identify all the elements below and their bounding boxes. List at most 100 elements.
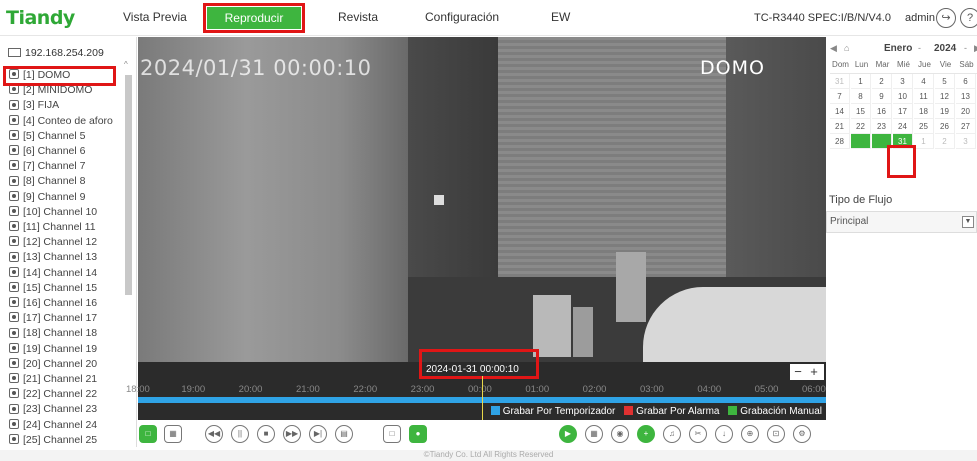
calendar-day[interactable]: 5 [935, 74, 955, 89]
stop-icon[interactable]: ■ [257, 425, 275, 443]
stream-type-select[interactable]: Principal ▼ [826, 211, 977, 233]
film-icon[interactable]: ▦ [585, 425, 603, 443]
calendar-day[interactable]: 3 [956, 134, 976, 149]
channel-item[interactable]: [9] Channel 9 [9, 191, 85, 205]
calendar-day[interactable]: 23 [872, 119, 892, 134]
nav-ew[interactable]: EW [551, 10, 570, 24]
calendar-year[interactable]: 2024 [934, 43, 956, 54]
download-icon[interactable]: ↓ [715, 425, 733, 443]
calendar-day[interactable]: 13 [956, 89, 976, 104]
help-icon[interactable]: ? [960, 8, 977, 28]
chevron-down-icon[interactable]: ▼ [962, 216, 974, 228]
calendar-day[interactable]: 25 [914, 119, 934, 134]
fast-forward-icon[interactable]: ▶▶ [283, 425, 301, 443]
nav-reproducir-label[interactable]: Reproducir [207, 7, 301, 29]
calendar-day[interactable]: 12 [935, 89, 955, 104]
calendar-day[interactable]: 2 [935, 134, 955, 149]
calendar-day[interactable]: 17 [893, 104, 913, 119]
calendar-day[interactable]: 18 [914, 104, 934, 119]
calendar-day[interactable]: 19 [935, 104, 955, 119]
device-node[interactable]: 192.168.254.209 [8, 47, 104, 59]
nav-vista-previa[interactable]: Vista Previa [123, 10, 187, 24]
camera-icon[interactable]: ◉ [611, 425, 629, 443]
pause-icon[interactable]: || [231, 425, 249, 443]
channel-item[interactable]: [10] Channel 10 [9, 206, 97, 220]
channel-scrollbar[interactable]: ^ v [123, 57, 133, 437]
nav-reproducir[interactable]: Reproducir [203, 3, 305, 33]
channel-item[interactable]: [2] MINIDOMO [9, 84, 92, 98]
zoom-out-button[interactable]: − [790, 364, 806, 379]
calendar-day[interactable]: 20 [956, 104, 976, 119]
calendar-day[interactable]: 8 [851, 89, 871, 104]
channel-item[interactable]: [5] Channel 5 [9, 130, 85, 144]
channel-item[interactable]: [20] Channel 20 [9, 358, 97, 372]
magnify-icon[interactable]: ⊕ [741, 425, 759, 443]
channel-item[interactable]: [22] Channel 22 [9, 388, 97, 402]
home-icon[interactable]: ⌂ [844, 43, 849, 53]
calendar-day[interactable]: 26 [935, 119, 955, 134]
prev-year-icon[interactable]: ◀ [830, 43, 837, 54]
channel-item[interactable]: [16] Channel 16 [9, 297, 97, 311]
timeline-zoom[interactable]: − + [790, 364, 824, 380]
rewind-icon[interactable]: ◀◀ [205, 425, 223, 443]
scrollbar-thumb[interactable] [125, 75, 132, 295]
nav-revista[interactable]: Revista [338, 10, 378, 24]
channel-item[interactable]: [8] Channel 8 [9, 175, 85, 189]
calendar-day[interactable]: 29 [851, 134, 871, 149]
channel-item[interactable]: [12] Channel 12 [9, 236, 97, 250]
logout-icon[interactable]: ↪ [936, 8, 956, 28]
zoom-icon[interactable]: + [637, 425, 655, 443]
calendar-day[interactable]: 24 [893, 119, 913, 134]
month-dropdown-icon[interactable]: - [918, 43, 921, 53]
channel-item[interactable]: [19] Channel 19 [9, 343, 97, 357]
calendar-day[interactable]: 11 [914, 89, 934, 104]
channel-item[interactable]: [17] Channel 17 [9, 312, 97, 326]
calendar-day[interactable]: 15 [851, 104, 871, 119]
channel-item[interactable]: [21] Channel 21 [9, 373, 97, 387]
channel-item[interactable]: [7] Channel 7 [9, 160, 85, 174]
year-dropdown-icon[interactable]: - [964, 43, 967, 53]
calendar-day[interactable]: 6 [956, 74, 976, 89]
playback-timeline[interactable]: 2024-01-31 00:00:10 − + 18:00 19:00 20:00 21… [126, 349, 826, 420]
timeline-cursor[interactable] [482, 376, 483, 420]
audio-icon[interactable]: ♫ [663, 425, 681, 443]
grid-view-icon[interactable]: ▦ [164, 425, 182, 443]
step-icon[interactable]: ▶| [309, 425, 327, 443]
calendar-day[interactable]: 10 [893, 89, 913, 104]
calendar-day[interactable]: 1 [851, 74, 871, 89]
calendar-month[interactable]: Enero [884, 43, 912, 54]
channel-item[interactable]: [11] Channel 11 [9, 221, 96, 235]
video-player[interactable]: 2024/01/31 00:00:10 DOMO [138, 37, 826, 362]
crop-icon[interactable]: ⊡ [767, 425, 785, 443]
calendar-day[interactable]: 21 [830, 119, 850, 134]
channel-item[interactable]: [14] Channel 14 [9, 267, 97, 281]
calendar-day[interactable]: 1 [914, 134, 934, 149]
calendar-day[interactable]: 27 [956, 119, 976, 134]
folder-icon[interactable]: ▤ [335, 425, 353, 443]
channel-item[interactable]: [23] Channel 23 [9, 403, 97, 417]
calendar-day[interactable]: 4 [914, 74, 934, 89]
calendar-day[interactable]: 9 [872, 89, 892, 104]
channel-item[interactable]: [3] FIJA [9, 99, 59, 113]
window-icon[interactable]: □ [383, 425, 401, 443]
channel-item[interactable]: [13] Channel 13 [9, 251, 97, 265]
channel-item[interactable]: [18] Channel 18 [9, 327, 97, 341]
calendar-day[interactable]: 31 [830, 74, 850, 89]
nav-configuracion[interactable]: Configuración [425, 10, 499, 24]
channel-item[interactable]: [15] Channel 15 [9, 282, 97, 296]
calendar-day[interactable]: 22 [851, 119, 871, 134]
zoom-in-button[interactable]: + [806, 364, 822, 379]
calendar-day[interactable]: 16 [872, 104, 892, 119]
calendar-day[interactable]: 14 [830, 104, 850, 119]
channel-item[interactable]: [4] Conteo de aforo [9, 115, 113, 129]
channel-item[interactable]: [6] Channel 6 [9, 145, 85, 159]
calendar-day[interactable]: 7 [830, 89, 850, 104]
play-sync-icon[interactable]: ▶ [559, 425, 577, 443]
calendar-day[interactable]: 28 [830, 134, 850, 149]
single-view-icon[interactable]: □ [139, 425, 157, 443]
calendar-day[interactable]: 3 [893, 74, 913, 89]
scroll-up-icon[interactable]: ^ [124, 60, 128, 69]
settings-icon[interactable]: ⚙ [793, 425, 811, 443]
calendar-day[interactable]: 2 [872, 74, 892, 89]
clip-icon[interactable]: ✂ [689, 425, 707, 443]
